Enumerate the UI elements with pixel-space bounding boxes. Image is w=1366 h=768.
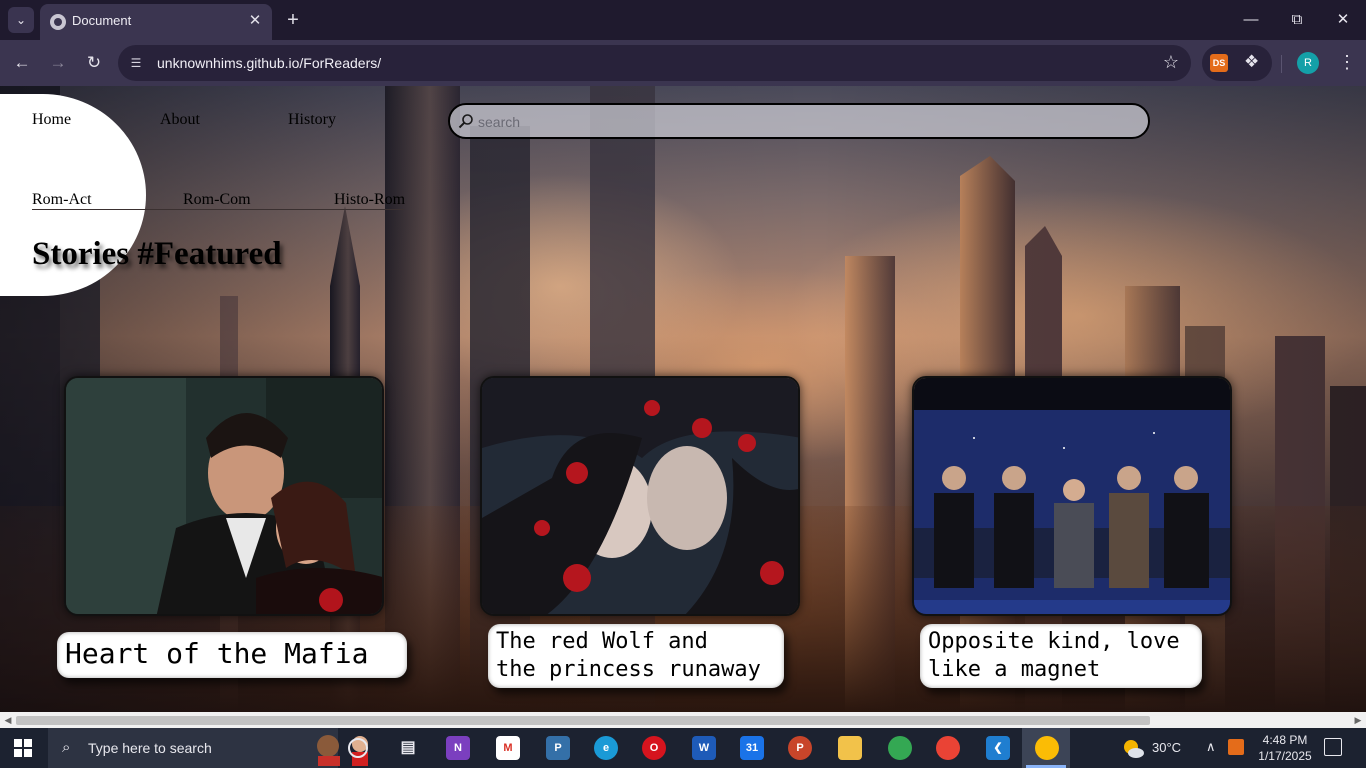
browser-tab-strip: ⌄ Document ✕ + — ⧉ ✕ bbox=[0, 0, 1366, 40]
close-window-icon[interactable]: ✕ bbox=[1320, 6, 1366, 34]
windows-taskbar: ⌕ Type here to search ▤ N M P e O W 31 P… bbox=[0, 728, 1366, 768]
chrome-profile-icon[interactable] bbox=[888, 736, 912, 760]
gmail-icon[interactable]: M bbox=[496, 736, 520, 760]
cortana-circle-icon[interactable] bbox=[348, 738, 368, 758]
new-tab-plus-icon[interactable]: + bbox=[282, 9, 304, 31]
clock-time: 4:48 PM bbox=[1262, 733, 1308, 747]
kebab-menu-icon[interactable]: ⋮ bbox=[1338, 50, 1356, 74]
featured-stories-heading: Stories #Featured bbox=[32, 236, 282, 272]
back-arrow-icon[interactable]: ← bbox=[10, 51, 34, 75]
profile-avatar[interactable]: R bbox=[1297, 52, 1319, 74]
story-card-opposite-kind[interactable] bbox=[912, 376, 1232, 616]
chrome-active-icon[interactable] bbox=[1035, 736, 1059, 760]
mafia-couple-cover-image bbox=[66, 378, 382, 614]
python-icon[interactable]: P bbox=[546, 736, 570, 760]
horizontal-scrollbar[interactable]: ◀ ▶ bbox=[0, 712, 1366, 728]
magnifier-search-icon bbox=[458, 114, 473, 129]
page-viewport: Home About History Rom-Act Rom-Com Histo… bbox=[0, 86, 1366, 712]
browser-toolbar: ← → ↻ ☰ unknownhims.github.io/ForReaders… bbox=[0, 40, 1366, 86]
notifications-icon[interactable] bbox=[1324, 738, 1342, 756]
taskbar-search-box[interactable]: ⌕ Type here to search bbox=[48, 728, 368, 768]
story-card-heart-of-the-mafia[interactable] bbox=[64, 376, 384, 616]
vscode-icon[interactable]: ❮ bbox=[986, 736, 1010, 760]
genre-underline-divider bbox=[32, 209, 404, 210]
red-wolf-cover-image bbox=[482, 378, 798, 614]
tab-title: Document bbox=[72, 13, 132, 28]
url-text[interactable]: unknownhims.github.io/ForReaders/ bbox=[157, 55, 381, 71]
scroll-right-arrow-icon[interactable]: ▶ bbox=[1352, 714, 1364, 726]
powerpoint-icon[interactable]: P bbox=[788, 736, 812, 760]
taskbar-search-icon: ⌕ bbox=[62, 739, 71, 756]
bookmark-star-icon[interactable]: ☆ bbox=[1163, 52, 1179, 73]
taskbar-search-placeholder: Type here to search bbox=[88, 740, 212, 756]
weather-temperature[interactable]: 30°C bbox=[1152, 740, 1181, 755]
show-hidden-icons-chevron-icon[interactable]: ∧ bbox=[1206, 739, 1216, 755]
forward-arrow-icon[interactable]: → bbox=[46, 51, 70, 75]
nav-about-link[interactable]: About bbox=[160, 111, 200, 129]
system-clock[interactable]: 4:48 PM 1/17/2025 bbox=[1256, 732, 1314, 764]
story-title-caption[interactable]: Opposite kind, love like a magnet bbox=[920, 624, 1202, 688]
file-explorer-icon[interactable] bbox=[838, 736, 862, 760]
opera-icon[interactable]: O bbox=[642, 736, 666, 760]
address-bar[interactable]: ☰ unknownhims.github.io/ForReaders/ ☆ bbox=[118, 45, 1191, 81]
chrome-icon[interactable] bbox=[936, 736, 960, 760]
reload-icon[interactable]: ↻ bbox=[82, 51, 106, 75]
search-input[interactable] bbox=[478, 111, 1118, 133]
tab-search-chevron-icon[interactable]: ⌄ bbox=[8, 7, 34, 33]
tray-app-icon[interactable] bbox=[1228, 739, 1244, 755]
word-icon[interactable]: W bbox=[692, 736, 716, 760]
scrollbar-thumb[interactable] bbox=[16, 716, 1150, 725]
edge-icon[interactable]: e bbox=[594, 736, 618, 760]
scroll-left-arrow-icon[interactable]: ◀ bbox=[2, 714, 14, 726]
site-info-icon[interactable]: ☰ bbox=[128, 55, 144, 71]
browser-tab[interactable]: Document ✕ bbox=[40, 4, 272, 40]
nav-home-link[interactable]: Home bbox=[32, 111, 71, 129]
minimize-window-icon[interactable]: — bbox=[1228, 6, 1274, 34]
globe-icon bbox=[50, 14, 66, 30]
windows-start-icon[interactable] bbox=[14, 739, 32, 757]
restore-window-icon[interactable]: ⧉ bbox=[1274, 6, 1320, 34]
puzzle-extensions-icon[interactable]: ❖ bbox=[1244, 52, 1259, 72]
ds-extension-icon[interactable]: DS bbox=[1210, 54, 1228, 72]
partly-sunny-weather-icon[interactable] bbox=[1122, 738, 1144, 760]
genre-rom-com-link[interactable]: Rom-Com bbox=[183, 191, 251, 209]
toolbar-divider bbox=[1281, 55, 1282, 73]
close-tab-icon[interactable]: ✕ bbox=[246, 12, 264, 30]
group-photo-cover-image bbox=[914, 378, 1230, 614]
search-bar[interactable] bbox=[448, 103, 1150, 139]
search-highlight-art-icon bbox=[317, 735, 368, 766]
story-title-caption[interactable]: Heart of the Mafia bbox=[57, 632, 407, 678]
calendar-icon[interactable]: 31 bbox=[740, 736, 764, 760]
genre-histo-rom-link[interactable]: Histo-Rom bbox=[334, 191, 405, 209]
extensions-area: DS ❖ bbox=[1202, 45, 1272, 81]
task-view-icon[interactable]: ▤ bbox=[396, 736, 420, 760]
genre-rom-act-link[interactable]: Rom-Act bbox=[32, 191, 92, 209]
story-title-caption[interactable]: The red Wolf and the princess runaway bbox=[488, 624, 784, 688]
story-card-red-wolf[interactable] bbox=[480, 376, 800, 616]
nav-history-link[interactable]: History bbox=[288, 111, 336, 129]
clock-date: 1/17/2025 bbox=[1258, 749, 1312, 763]
onenote-icon[interactable]: N bbox=[446, 736, 470, 760]
